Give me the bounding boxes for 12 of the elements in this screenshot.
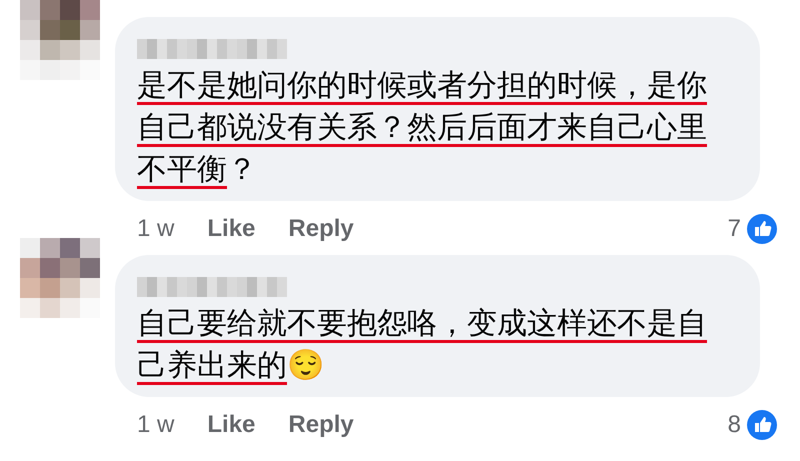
comment-text: 是不是她问你的时候或者分担的时候，是你自己都说没有关系？然后后面才来自己心里不平衡？ [137, 68, 708, 188]
like-icon [747, 214, 777, 244]
timestamp: 1 w [137, 214, 174, 244]
reaction-count: 7 [728, 214, 741, 244]
comment-text: 自己要给就不要抱怨咯，变成这样还不是自己养出来的😌 [137, 306, 708, 384]
like-icon [747, 410, 777, 440]
action-link[interactable]: Like [207, 211, 256, 247]
action-link[interactable]: Reply [288, 211, 354, 247]
timestamp: 1 w [137, 410, 174, 440]
reaction-count: 8 [728, 410, 741, 440]
action-link[interactable]: Like [207, 407, 256, 443]
action-link[interactable]: Reply [288, 407, 354, 443]
